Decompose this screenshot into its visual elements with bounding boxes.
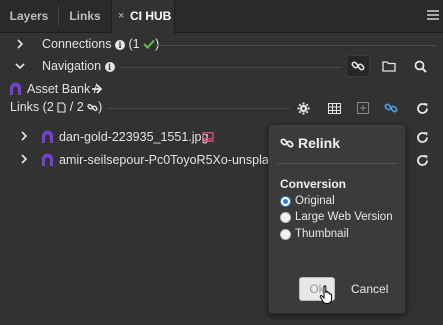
pointer-cursor-icon [319, 285, 333, 304]
file-name[interactable]: amir-seilsepour-Pc0ToyoR5Xo-unsplash.jpg [59, 153, 302, 167]
grid-add-icon[interactable] [351, 97, 375, 119]
links-header: Links (2 / 2 ) [0, 97, 443, 119]
navigation-label: Navigation i [42, 59, 115, 73]
info-icon[interactable]: i [104, 62, 115, 72]
close-icon[interactable]: × [118, 0, 124, 33]
divider [120, 67, 342, 68]
refresh-icon[interactable] [410, 97, 434, 119]
check-icon [143, 39, 155, 49]
cancel-button[interactable]: Cancel [351, 277, 391, 301]
connections-row[interactable]: Connections i (1 ) [0, 34, 443, 56]
connections-title: Connections [42, 37, 112, 51]
divider [156, 45, 436, 46]
chevron-down-icon[interactable] [14, 61, 26, 73]
arrow-right-icon[interactable] [92, 84, 103, 94]
radio-original[interactable]: Original [280, 193, 335, 209]
chevron-right-icon[interactable] [18, 154, 30, 166]
refresh-icon[interactable] [410, 126, 434, 148]
chevron-right-icon[interactable] [18, 131, 30, 143]
breadcrumb-root[interactable]: Asset Bank / [27, 82, 97, 96]
monitor-icon [202, 132, 214, 142]
divider [277, 163, 397, 164]
refresh-icon[interactable] [410, 150, 434, 170]
conversion-label: Conversion [280, 177, 347, 191]
asset-bank-logo [42, 130, 53, 143]
chevron-right-icon[interactable] [14, 39, 26, 51]
connections-label: Connections i (1 ) [42, 37, 159, 51]
link-icon [280, 138, 294, 148]
tab-layers[interactable]: Layers [0, 0, 58, 33]
document-icon [57, 102, 66, 113]
relink-dialog: Relink Conversion Original Large Web Ver… [268, 124, 406, 314]
gear-icon[interactable] [291, 97, 315, 119]
tab-links[interactable]: Links [59, 0, 111, 33]
tab-ci-hub[interactable]: × CI HUB [111, 0, 175, 34]
link-icon [87, 103, 98, 112]
file-name[interactable]: dan-gold-223935_1551.jpg [59, 130, 208, 144]
asset-bank-logo [10, 82, 21, 95]
asset-bank-logo [42, 153, 53, 166]
links-label: Links (2 / 2 ) [10, 100, 102, 114]
links-count-linked: / 2 [69, 100, 84, 114]
link-icon[interactable] [379, 97, 403, 119]
radio-large-web-version[interactable]: Large Web Version [280, 209, 393, 225]
navigation-row[interactable]: Navigation i [0, 55, 443, 79]
radio-button[interactable] [280, 228, 291, 240]
grid-icon[interactable] [322, 97, 346, 119]
radio-thumbnail[interactable]: Thumbnail [280, 226, 349, 242]
search-icon[interactable] [408, 55, 432, 77]
info-icon[interactable]: i [114, 40, 125, 50]
radio-button[interactable] [280, 211, 291, 223]
dialog-title: Relink [298, 135, 341, 151]
hamburger-icon[interactable] [427, 10, 439, 22]
links-count-total: (2 [42, 100, 54, 114]
radio-label: Large Web Version [295, 211, 393, 223]
connections-count-close: ) [155, 37, 160, 51]
connections-count: (1 [128, 37, 140, 51]
navigation-title: Navigation [42, 59, 102, 73]
links-title: Links [10, 100, 40, 114]
tab-ci-hub-label: CI HUB [130, 9, 172, 23]
panel-tab-bar: Layers Links × CI HUB [0, 0, 443, 34]
link-icon[interactable] [346, 55, 370, 77]
divider [108, 108, 290, 109]
folder-icon[interactable] [377, 55, 401, 77]
links-count-close: ) [98, 100, 103, 114]
radio-button[interactable] [280, 195, 291, 207]
radio-label: Thumbnail [295, 228, 349, 240]
radio-label: Original [295, 195, 335, 207]
